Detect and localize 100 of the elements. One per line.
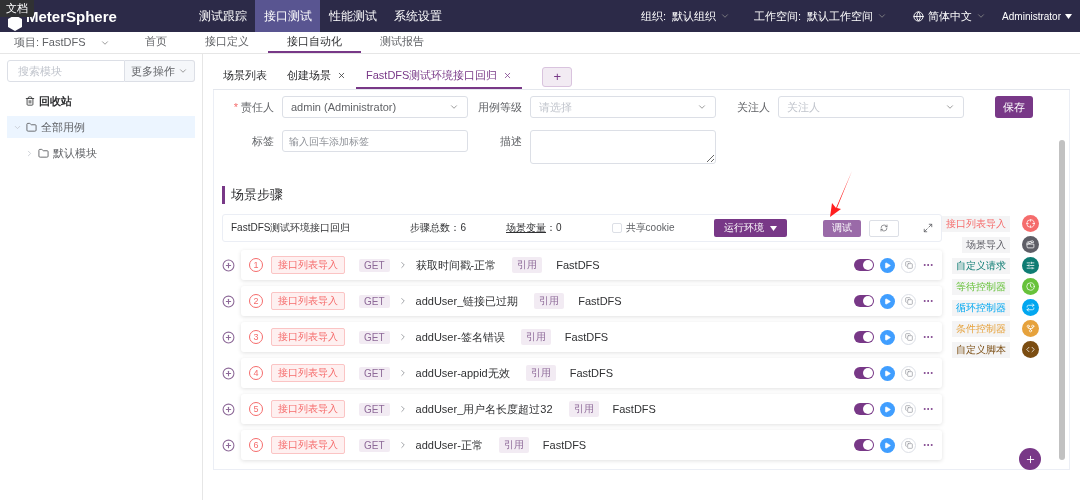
sub-nav-tab[interactable]: 测试报告 <box>361 32 443 53</box>
variables-link[interactable]: 场景变量 <box>506 221 546 235</box>
step-type-icon <box>1026 282 1035 291</box>
reference-tag: 引用 <box>512 257 543 273</box>
add-step-dot[interactable] <box>1022 320 1039 337</box>
variables-count: ：0 <box>546 221 562 235</box>
scenario-tab[interactable]: FastDFS测试环境接口回归 <box>356 64 523 89</box>
sub-nav-tab[interactable]: 首页 <box>126 32 186 53</box>
sub-nav-tab[interactable]: 接口定义 <box>186 32 268 53</box>
caret-icon <box>25 148 34 158</box>
chevron-down-icon <box>945 102 955 112</box>
project-name: FastDFS <box>556 259 600 271</box>
add-step-dot[interactable] <box>1022 299 1039 316</box>
scenario-tab[interactable]: 创建场景 <box>277 64 356 89</box>
scrollbar[interactable] <box>1059 140 1065 460</box>
tree-item[interactable]: 全部用例 <box>7 116 195 138</box>
workspace-label: 工作空间: <box>754 8 802 24</box>
reference-tag: 引用 <box>498 437 529 453</box>
copy-icon <box>904 441 913 449</box>
copy-icon <box>904 297 913 305</box>
user-menu[interactable]: Administrator <box>1002 10 1072 22</box>
method-tag: GET <box>359 294 390 308</box>
tag-field[interactable]: 输入回车添加标签 <box>282 130 468 152</box>
search-field[interactable]: 搜索模块 <box>7 60 125 82</box>
workspace-dropdown[interactable]: 默认工作空间 <box>807 8 888 24</box>
add-step-icon[interactable] <box>222 438 235 452</box>
scenario-tab[interactable]: 场景列表 <box>213 64 277 89</box>
run-button[interactable] <box>880 257 895 273</box>
org-label: 组织: <box>640 8 667 24</box>
tooltip: 文档 <box>0 0 34 17</box>
field-label: 关注人 <box>736 100 770 115</box>
source-tag: 接口列表导入 <box>271 292 345 310</box>
add-tab-button[interactable]: + <box>542 66 573 87</box>
add-step-label[interactable]: 场景导入 <box>962 236 1010 253</box>
copy-icon <box>904 369 913 377</box>
sub-nav-tab[interactable]: 接口自动化 <box>268 32 361 53</box>
chevron-down-icon <box>877 11 888 21</box>
project-name: FastDFS <box>569 367 614 379</box>
run-button[interactable] <box>880 293 895 309</box>
step-type-icon <box>1026 345 1035 354</box>
org-dropdown[interactable]: 默认组织 <box>672 8 731 24</box>
add-step-icon[interactable] <box>222 258 235 272</box>
play-icon <box>884 405 891 413</box>
field-label: 描述 <box>499 134 522 149</box>
enable-switch[interactable] <box>854 367 874 379</box>
more-button[interactable]: 更多操作 <box>125 60 195 82</box>
enable-switch[interactable] <box>854 439 874 451</box>
run-button[interactable] <box>880 365 895 381</box>
enable-switch[interactable] <box>854 403 874 415</box>
add-step-icon[interactable] <box>222 402 235 416</box>
nav-tab[interactable]: 接口测试 <box>255 0 320 32</box>
run-button[interactable] <box>880 329 895 345</box>
owner-select[interactable]: admin (Administrator) <box>282 96 468 118</box>
copy-icon <box>904 261 913 269</box>
close-icon[interactable] <box>503 71 513 80</box>
chevron-down-icon <box>720 11 731 21</box>
plus-icon <box>1024 453 1036 465</box>
add-step-dot[interactable] <box>1022 236 1039 253</box>
add-step-label[interactable]: 自定义请求 <box>952 257 1010 274</box>
field-label: 标签 <box>251 134 274 149</box>
reference-tag: 引用 <box>568 401 599 417</box>
refresh-button[interactable] <box>869 219 899 237</box>
enable-switch[interactable] <box>854 259 874 271</box>
nav-tab[interactable]: 测试跟踪 <box>190 0 255 32</box>
environment-button[interactable]: 运行环境 <box>714 219 788 237</box>
step-name: addUser-appid无效 <box>415 365 510 381</box>
run-button[interactable] <box>880 437 895 453</box>
tree-item[interactable]: 默认模块 <box>7 142 195 164</box>
debug-button[interactable]: 调试 <box>823 219 861 237</box>
language-dropdown[interactable]: 简体中文 <box>913 8 987 24</box>
enable-switch[interactable] <box>854 331 874 343</box>
add-step-icon[interactable] <box>222 330 235 344</box>
add-step-dot[interactable] <box>1022 215 1039 232</box>
close-icon[interactable] <box>337 71 346 80</box>
project-dropdown[interactable]: 项目: FastDFS <box>0 32 118 53</box>
source-tag: 接口列表导入 <box>271 256 345 274</box>
add-step-dot[interactable] <box>1022 278 1039 295</box>
expand-icon[interactable] <box>923 223 933 233</box>
run-button[interactable] <box>880 401 895 417</box>
save-button[interactable]: 保存 <box>995 96 1033 118</box>
trash-item[interactable]: 回收站 <box>7 90 195 112</box>
add-step-icon[interactable] <box>222 294 235 308</box>
share-cookie-checkbox[interactable]: 共享cookie <box>611 221 675 235</box>
copy-icon <box>904 405 913 413</box>
add-step-icon[interactable] <box>222 366 235 380</box>
source-tag: 接口列表导入 <box>271 328 345 346</box>
step-name: addUser-正常 <box>415 437 483 453</box>
description-field[interactable] <box>530 130 716 164</box>
source-tag: 接口列表导入 <box>271 400 345 418</box>
add-step-label[interactable]: 自定义脚本 <box>952 341 1010 358</box>
nav-tab[interactable]: 性能测试 <box>320 0 385 32</box>
enable-switch[interactable] <box>854 295 874 307</box>
add-button[interactable] <box>1019 448 1041 470</box>
reference-tag: 引用 <box>525 365 556 381</box>
add-step-dot[interactable] <box>1022 257 1039 274</box>
method-tag: GET <box>359 402 390 416</box>
nav-tab[interactable]: 系统设置 <box>385 0 450 32</box>
reference-tag: 引用 <box>520 329 551 345</box>
add-step-dot[interactable] <box>1022 341 1039 358</box>
source-tag: 接口列表导入 <box>271 364 345 382</box>
